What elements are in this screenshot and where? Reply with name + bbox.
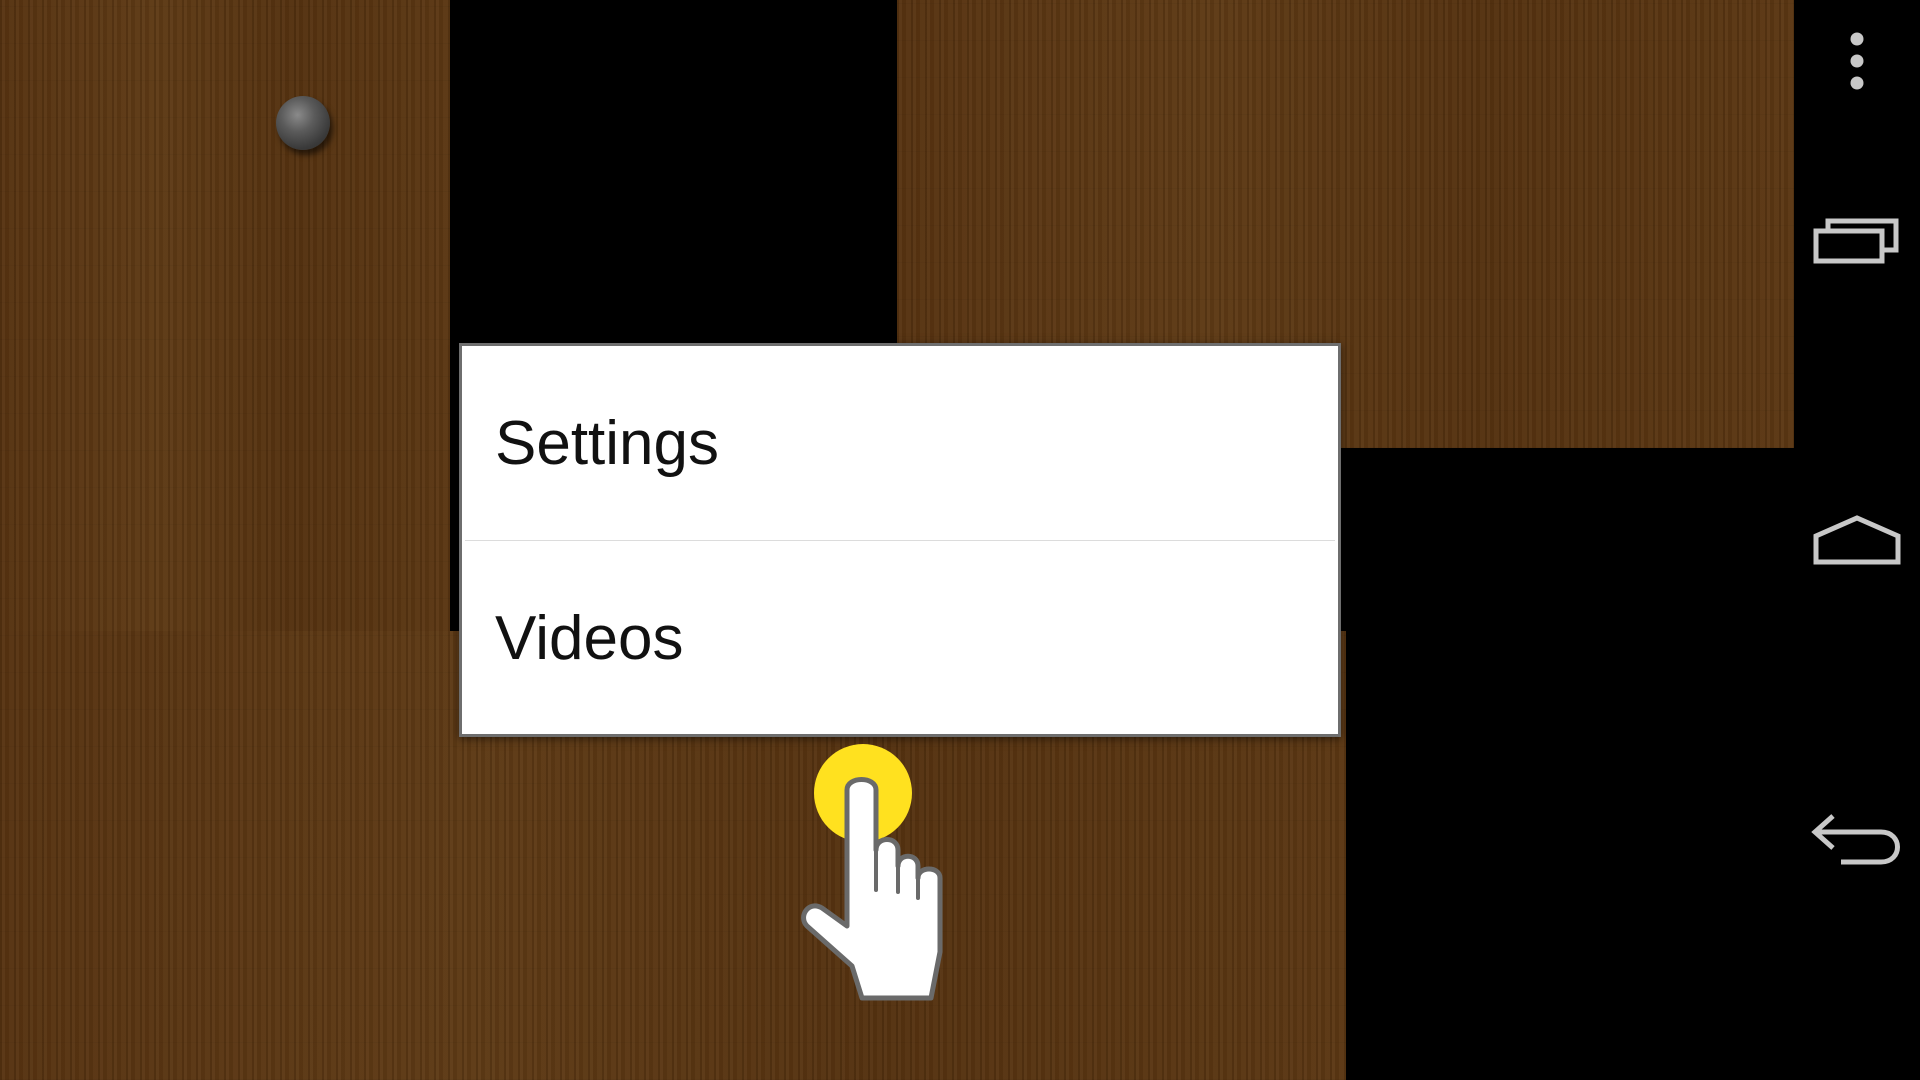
- metal-ball[interactable]: [276, 96, 330, 150]
- device-screen: Settings Videos: [0, 0, 1920, 1080]
- tap-hand-icon: [790, 740, 980, 1010]
- menu-item-label: Videos: [495, 603, 684, 673]
- navigation-bar: [1794, 0, 1920, 1080]
- recent-apps-icon[interactable]: [1794, 195, 1920, 285]
- menu-item-settings[interactable]: Settings: [462, 346, 1338, 540]
- menu-item-label: Settings: [495, 408, 720, 478]
- back-icon[interactable]: [1794, 795, 1920, 885]
- overflow-menu-icon[interactable]: [1794, 20, 1920, 102]
- home-icon[interactable]: [1794, 495, 1920, 585]
- menu-item-videos[interactable]: Videos: [462, 541, 1338, 735]
- options-menu-popup: Settings Videos: [459, 343, 1341, 737]
